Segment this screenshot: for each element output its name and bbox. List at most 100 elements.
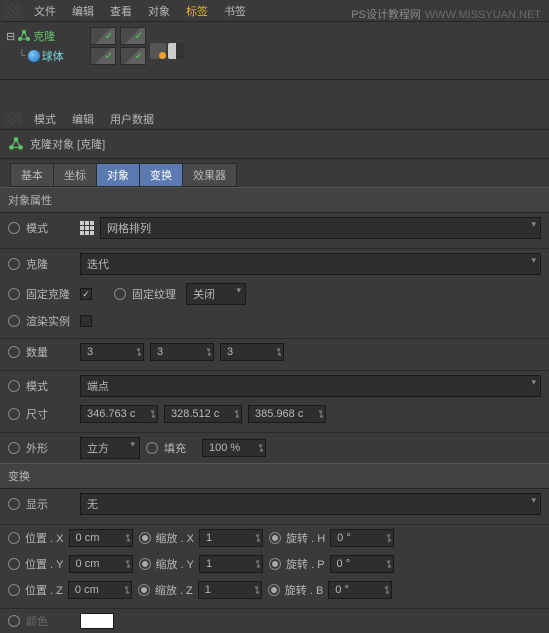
label-mode2: 模式 [26, 378, 74, 394]
dropdown-fixtex[interactable]: 关闭 [186, 283, 246, 305]
input-scale-y[interactable]: 1 [199, 555, 263, 573]
radio-pos-y[interactable] [8, 558, 20, 570]
submenu-edit[interactable]: 编辑 [64, 108, 102, 130]
tab-transform[interactable]: 变换 [139, 163, 183, 187]
input-fill[interactable]: 100 % [202, 439, 266, 457]
submenu-userdata[interactable]: 用户数据 [102, 108, 162, 130]
tree-label-sphere: 球体 [42, 48, 64, 64]
label-mode: 模式 [26, 220, 74, 236]
input-scale-x[interactable]: 1 [199, 529, 263, 547]
radio-scale-z[interactable] [138, 584, 150, 596]
radio-size[interactable] [8, 408, 20, 420]
dropdown-mode[interactable]: 网格排列 [100, 217, 541, 239]
radio-pos-x[interactable] [8, 532, 20, 544]
menu-view[interactable]: 查看 [102, 0, 140, 22]
dropdown-display[interactable]: 无 [80, 493, 541, 515]
input-pos-x[interactable]: 0 cm [69, 529, 133, 547]
radio-clone[interactable] [8, 258, 20, 270]
radio-rot-b[interactable] [268, 584, 280, 596]
dropdown-mode2[interactable]: 端点 [80, 375, 541, 397]
tree-item-sphere[interactable]: └ 球体 [4, 46, 86, 66]
tab-object[interactable]: 对象 [96, 163, 140, 187]
label-rot-b: 旋转 . B [285, 582, 324, 598]
menu-file[interactable]: 文件 [26, 0, 64, 22]
radio-scale-x[interactable] [139, 532, 151, 544]
radio-count[interactable] [8, 346, 20, 358]
menu-object[interactable]: 对象 [140, 0, 178, 22]
input-rot-b[interactable]: 0 ° [328, 581, 392, 599]
label-rot-h: 旋转 . H [286, 530, 325, 546]
label-renderinst: 渲染实例 [26, 313, 74, 329]
attribute-menu-bar: 模式 编辑 用户数据 [0, 108, 549, 130]
input-count-z[interactable]: 3 [220, 343, 284, 361]
watermark-text: PS设计教程网 [351, 9, 421, 21]
tab-effector[interactable]: 效果器 [182, 163, 237, 187]
label-scale-x: 缩放 . X [156, 530, 195, 546]
drag-handle-icon[interactable] [4, 4, 22, 18]
tab-coord[interactable]: 坐标 [53, 163, 97, 187]
color-swatch[interactable] [80, 613, 114, 629]
object-tree: ⊟ 克隆 └ 球体 ✓ ✓ ✓ ✓ [0, 22, 549, 80]
layer-chip[interactable]: ✓ [120, 27, 146, 45]
input-pos-z[interactable]: 0 cm [68, 581, 132, 599]
radio-fixclone[interactable] [8, 288, 20, 300]
section-transform: 变换 [0, 463, 549, 489]
radio-rot-h[interactable] [269, 532, 281, 544]
section-object-props: 对象属性 [0, 187, 549, 213]
radio-display[interactable] [8, 498, 20, 510]
layer-chip[interactable]: ✓ [120, 47, 146, 65]
radio-shape[interactable] [8, 442, 20, 454]
checkbox-renderinst[interactable] [80, 315, 92, 327]
object-title: 克隆对象 [克隆] [30, 136, 105, 152]
layer-chip[interactable]: ✓ [90, 27, 116, 45]
radio-pos-z[interactable] [8, 584, 20, 596]
menu-tags[interactable]: 标签 [178, 0, 216, 22]
menu-bookmarks[interactable]: 书签 [216, 0, 254, 22]
label-clone: 克隆 [26, 256, 74, 272]
radio-fixtex[interactable] [114, 288, 126, 300]
input-rot-h[interactable]: 0 ° [330, 529, 394, 547]
radio-mode[interactable] [8, 222, 20, 234]
label-shape: 外形 [26, 440, 74, 456]
radio-fill[interactable] [146, 442, 158, 454]
tag-icon-1[interactable] [150, 43, 166, 59]
tree-item-cloner[interactable]: ⊟ 克隆 [4, 26, 86, 46]
input-pos-y[interactable]: 0 cm [69, 555, 133, 573]
tab-bar: 基本 坐标 对象 变换 效果器 [0, 159, 549, 187]
input-size-x[interactable]: 346.763 c [80, 405, 158, 423]
expand-icon[interactable]: ⊟ [6, 30, 15, 43]
submenu-mode[interactable]: 模式 [26, 108, 64, 130]
radio-scale-y[interactable] [139, 558, 151, 570]
object-header: 克隆对象 [克隆] [0, 130, 549, 159]
input-scale-z[interactable]: 1 [198, 581, 262, 599]
grid-icon [80, 221, 94, 235]
menu-edit[interactable]: 编辑 [64, 0, 102, 22]
label-color: 颜色 [26, 613, 74, 629]
checkbox-fixclone[interactable] [80, 288, 92, 300]
dropdown-shape[interactable]: 立方 [80, 437, 140, 459]
input-rot-p[interactable]: 0 ° [330, 555, 394, 573]
label-display: 显示 [26, 496, 74, 512]
radio-color[interactable] [8, 615, 20, 627]
input-size-z[interactable]: 385.968 c [248, 405, 326, 423]
radio-mode2[interactable] [8, 380, 20, 392]
check-icon: ✓ [105, 51, 113, 62]
radio-rot-p[interactable] [269, 558, 281, 570]
cloner-icon [17, 29, 31, 43]
tree-label-cloner: 克隆 [33, 28, 55, 44]
tag-icon-2[interactable] [168, 43, 184, 59]
label-fill: 填充 [164, 440, 196, 456]
check-icon: ✓ [105, 31, 113, 42]
drag-handle-icon[interactable] [4, 112, 22, 126]
layer-chip[interactable]: ✓ [90, 47, 116, 65]
check-icon: ✓ [135, 51, 143, 62]
input-count-x[interactable]: 3 [80, 343, 144, 361]
dropdown-clone[interactable]: 迭代 [80, 253, 541, 275]
radio-renderinst[interactable] [8, 315, 20, 327]
tab-basic[interactable]: 基本 [10, 163, 54, 187]
label-scale-y: 缩放 . Y [156, 556, 195, 572]
label-fixclone: 固定克隆 [26, 286, 74, 302]
input-count-y[interactable]: 3 [150, 343, 214, 361]
cloner-icon [8, 136, 24, 152]
input-size-y[interactable]: 328.512 c [164, 405, 242, 423]
